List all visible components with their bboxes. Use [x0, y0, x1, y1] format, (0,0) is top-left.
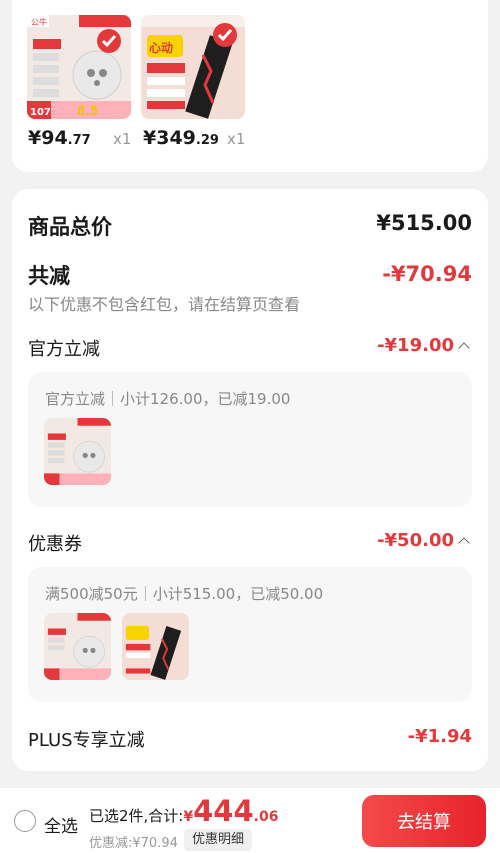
- divider: [144, 586, 146, 601]
- item-price-2-integer: ¥349: [143, 127, 196, 149]
- discount-detail-button[interactable]: 优惠明细: [184, 829, 253, 851]
- product-image-power-strip[interactable]: 公牛 107 8.5: [27, 15, 131, 119]
- discount-amount-line: 优惠减:¥70.94: [89, 836, 178, 851]
- discount-note: 以下优惠不包含红包，请在结算页查看: [28, 295, 301, 314]
- brand-logo-text: 公牛: [31, 17, 47, 27]
- divider: [112, 391, 114, 406]
- coupon-toggle[interactable]: -¥50.00: [377, 530, 470, 551]
- coupon-detail-box: 满500减50元 小计515.00，已减50.00: [28, 567, 472, 702]
- selected-count-text: 已选2件,合计:: [89, 807, 184, 825]
- svg-text:8.5: 8.5: [77, 104, 98, 118]
- item-price-2: ¥349.29: [143, 127, 219, 149]
- official-discount-toggle[interactable]: -¥19.00: [377, 335, 470, 356]
- chevron-up-icon: [458, 342, 470, 354]
- coupon-box-detail: 小计515.00，已减50.00: [152, 585, 324, 603]
- official-box-detail: 小计126.00，已减19.00: [120, 390, 291, 408]
- official-discount-detail-box: 官方立减 小计126.00，已减19.00: [28, 372, 472, 507]
- cart-items-card: 公牛 107 8.5 心动 ¥94.77 x1 ¥349.29 x1: [12, 0, 488, 172]
- coupon-product-image-power-strip[interactable]: [44, 613, 111, 680]
- total-price-value: ¥515.00: [376, 211, 472, 235]
- item-quantity-2: x1: [227, 130, 246, 148]
- discount-total-label: 共减: [28, 264, 70, 288]
- svg-text:心动: 心动: [149, 41, 173, 55]
- svg-text:107: 107: [30, 107, 51, 118]
- total-currency-symbol: ¥: [183, 809, 194, 825]
- official-discount-product-image[interactable]: [44, 418, 111, 485]
- product-image-ssd[interactable]: 心动: [141, 15, 245, 119]
- select-all-label[interactable]: 全选: [44, 812, 78, 837]
- checkout-bar: 全选 已选2件,合计: ¥ 444 .06 优惠减:¥70.94 优惠明细 去结…: [0, 788, 500, 853]
- coupon-box-label: 满500减50元: [45, 585, 138, 603]
- total-amount-integer: 444: [193, 794, 254, 828]
- plus-discount-label: PLUS专享立减: [28, 730, 145, 751]
- coupon-label: 优惠券: [28, 534, 82, 555]
- official-box-label: 官方立减: [45, 390, 106, 408]
- select-all-radio[interactable]: [14, 810, 36, 832]
- checkout-button[interactable]: 去结算: [362, 795, 486, 847]
- official-discount-detail-text: 官方立减 小计126.00，已减19.00: [45, 388, 290, 409]
- coupon-detail-text: 满500减50元 小计515.00，已减50.00: [45, 583, 323, 604]
- order-total-summary: 已选2件,合计: ¥ 444 .06: [89, 794, 278, 828]
- price-summary-card: 商品总价 ¥515.00 共减 -¥70.94 以下优惠不包含红包，请在结算页查…: [12, 189, 488, 771]
- item-price-2-decimal: .29: [195, 133, 219, 148]
- plus-discount-value: -¥1.94: [407, 726, 472, 747]
- total-amount-decimal: .06: [253, 809, 279, 825]
- official-discount-label: 官方立减: [28, 339, 100, 360]
- discount-total-value: -¥70.94: [382, 262, 472, 286]
- official-discount-value: -¥19.00: [377, 335, 454, 356]
- chevron-up-icon: [458, 537, 470, 549]
- total-price-label: 商品总价: [28, 215, 112, 239]
- coupon-product-image-ssd[interactable]: [122, 613, 189, 680]
- item-price-1: ¥94.77: [28, 127, 91, 149]
- item-quantity-1: x1: [113, 130, 132, 148]
- coupon-value: -¥50.00: [377, 530, 454, 551]
- item-price-1-integer: ¥94: [28, 127, 68, 149]
- item-price-1-decimal: .77: [67, 133, 91, 148]
